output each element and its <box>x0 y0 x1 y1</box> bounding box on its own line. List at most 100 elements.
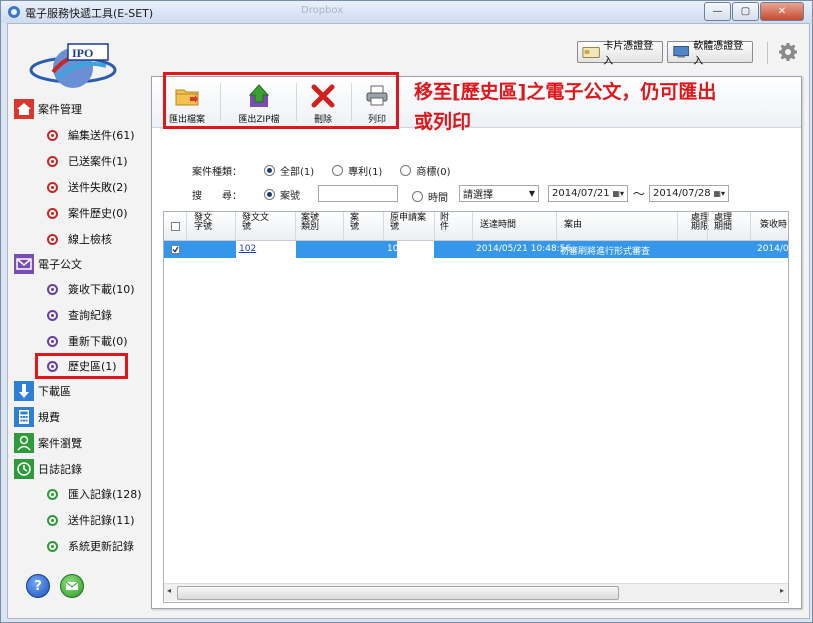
time-select-dropdown[interactable]: 請選擇▼ <box>459 185 539 202</box>
maximize-button[interactable]: ▢ <box>732 2 759 21</box>
close-button[interactable]: ✕ <box>760 2 804 21</box>
sidebar-category-download[interactable]: 下載區 <box>14 380 71 402</box>
minimize-button[interactable]: — <box>704 2 731 21</box>
radio-time[interactable]: 時間 <box>412 189 448 204</box>
date-to-value: 2014/07/28 <box>653 188 711 199</box>
annotation-line-1: 移至[歷史區]之電子公文，仍可匯出 <box>414 77 794 107</box>
radio-bullet-icon <box>47 310 58 321</box>
sidebar-category-case-browse[interactable]: 案件瀏覽 <box>14 432 82 454</box>
column-header[interactable]: 送達時間 <box>480 221 516 230</box>
radio-trademark-label: 商標(0) <box>416 163 450 178</box>
scroll-right-icon[interactable]: ▸ <box>780 586 784 595</box>
computer-icon <box>672 45 690 59</box>
column-header[interactable]: 發文字號 <box>194 214 212 232</box>
case-browse-label: 案件瀏覽 <box>38 435 82 451</box>
title-bar[interactable]: 電子服務快遞工具(E-SET) Dropbox — ▢ ✕ <box>1 1 812 23</box>
row-checkbox[interactable] <box>171 245 180 254</box>
sidebar-item-redownload[interactable]: 重新下載(0) <box>47 331 128 351</box>
software-certificate-login-button[interactable]: 軟體憑證登入 <box>667 41 753 63</box>
radio-case-no-label: 案號 <box>280 187 300 202</box>
date-from-picker[interactable]: 2014/07/21▦▾ <box>548 185 628 202</box>
gear-icon[interactable] <box>778 42 798 62</box>
case-no-search-input[interactable] <box>318 185 398 202</box>
card-icon <box>582 45 600 59</box>
radio-trademark[interactable]: 商標(0) <box>400 163 450 178</box>
date-from-value: 2014/07/21 <box>552 188 610 199</box>
sidebar-item-online-check[interactable]: 線上檢核 <box>47 229 112 249</box>
signed-time-cell: 2014/0 <box>757 244 789 254</box>
sidebar-item-send-failed[interactable]: 送件失敗(2) <box>47 177 128 197</box>
sidebar-item-label: 查詢紀錄 <box>68 307 112 323</box>
sidebar-item-sent-cases[interactable]: 已送案件(1) <box>47 151 128 171</box>
select-all-checkbox[interactable] <box>171 222 180 231</box>
sidebar-item-sign-download[interactable]: 簽收下載(10) <box>47 279 135 299</box>
sidebar-item-label: 案件歷史(0) <box>68 205 128 221</box>
download-arrow-icon <box>14 381 34 401</box>
scrollbar-thumb[interactable] <box>177 586 619 600</box>
time-select-value: 請選擇 <box>463 186 493 201</box>
calendar-icon: ▦▾ <box>612 189 624 198</box>
sidebar-item-label: 簽收下載(10) <box>68 281 135 297</box>
reason-cell: 初審刷將進行形式審查 <box>560 244 650 257</box>
doc-no-link[interactable]: 102 <box>239 244 256 254</box>
column-header[interactable]: 原申請案號 <box>390 214 426 232</box>
download-label: 下載區 <box>38 383 71 399</box>
column-header[interactable]: 附件 <box>440 214 449 232</box>
radio-all-label: 全部(1) <box>280 163 314 178</box>
sidebar-item-case-history[interactable]: 案件歷史(0) <box>47 203 128 223</box>
sidebar: 案件管理 編集送件(61) 已送案件(1) 送件失敗(2) 案件歷史(0) 線上… <box>8 94 150 614</box>
sidebar-item-query-records[interactable]: 查詢紀錄 <box>47 305 112 325</box>
radio-unselected-icon <box>400 165 411 176</box>
radio-unselected-icon <box>332 165 343 176</box>
app-icon <box>7 5 21 19</box>
calculator-icon <box>14 407 34 427</box>
sidebar-item-system-update-log[interactable]: 系統更新記錄 <box>47 536 134 556</box>
search-label: 搜 尋： <box>192 187 264 202</box>
date-to-picker[interactable]: 2014/07/28▦▾ <box>649 185 729 202</box>
column-header[interactable]: 案由 <box>564 221 582 230</box>
sidebar-category-e-document[interactable]: 電子公文 <box>14 253 82 275</box>
radio-bullet-icon <box>47 489 58 500</box>
sidebar-item-edit-submit[interactable]: 編集送件(61) <box>47 125 135 145</box>
window-title: 電子服務快遞工具(E-SET) <box>25 5 153 21</box>
sidebar-item-send-log[interactable]: 送件記錄(11) <box>47 510 135 530</box>
column-header[interactable]: 簽收時 <box>760 221 787 230</box>
radio-all[interactable]: 全部(1) <box>264 163 314 178</box>
history-highlight-box <box>35 353 128 379</box>
radio-selected-icon <box>264 189 275 200</box>
house-icon <box>14 99 34 119</box>
card-certificate-login-button[interactable]: 卡片憑證登入 <box>577 41 663 63</box>
sidebar-item-label: 編集送件(61) <box>68 127 135 143</box>
sidebar-category-case-management[interactable]: 案件管理 <box>14 98 82 120</box>
envelope-icon <box>14 254 34 274</box>
search-filter-row: 搜 尋： 案號 <box>192 185 318 203</box>
scroll-left-icon[interactable]: ◂ <box>167 586 171 595</box>
card-login-label: 卡片憑證登入 <box>603 37 658 67</box>
help-icon[interactable]: ? <box>26 574 50 598</box>
sidebar-item-label: 線上檢核 <box>68 231 112 247</box>
column-header[interactable]: 處理期間 <box>714 214 732 232</box>
radio-case-no[interactable]: 案號 <box>264 187 300 202</box>
radio-selected-icon <box>264 165 275 176</box>
tipo-logo: IPO <box>28 38 118 96</box>
radio-bullet-icon <box>47 130 58 141</box>
table-row[interactable]: 102 10 2014/05/21 10:48:56 初審刷將進行形式審查 20… <box>164 241 788 258</box>
horizontal-scrollbar[interactable]: ◂ ▸ <box>164 583 788 601</box>
column-header[interactable]: 案號類別 <box>301 214 319 232</box>
e-document-label: 電子公文 <box>38 256 82 272</box>
radio-bullet-icon <box>47 541 58 552</box>
sidebar-item-label: 送件失敗(2) <box>68 179 128 195</box>
clock-history-icon <box>14 459 34 479</box>
log-label: 日誌記錄 <box>38 461 82 477</box>
annotation-callout: 移至[歷史區]之電子公文，仍可匯出 或列印 <box>414 77 794 137</box>
sidebar-category-log[interactable]: 日誌記錄 <box>14 458 82 480</box>
column-header[interactable]: 案號 <box>350 214 359 232</box>
case-management-label: 案件管理 <box>38 101 82 117</box>
sidebar-item-label: 已送案件(1) <box>68 153 128 169</box>
sidebar-category-fees[interactable]: 規費 <box>14 406 60 428</box>
radio-bullet-icon <box>47 182 58 193</box>
mail-icon[interactable] <box>60 574 84 598</box>
sidebar-item-import-log[interactable]: 匯入記錄(128) <box>47 484 142 504</box>
column-header[interactable]: 發文文號 <box>242 214 269 232</box>
radio-patent[interactable]: 專利(1) <box>332 163 382 178</box>
